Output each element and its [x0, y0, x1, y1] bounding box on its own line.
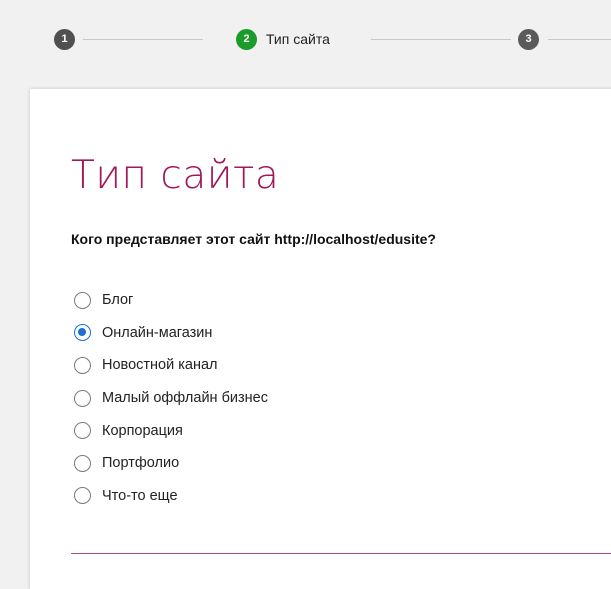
option-corporation[interactable]: Корпорация — [74, 414, 268, 447]
step-2-indicator: 2 — [236, 29, 257, 50]
site-type-card: Тип сайта Кого представляет этот сайт ht… — [30, 89, 611, 589]
option-label: Малый оффлайн бизнес — [102, 390, 268, 407]
wizard-stepper: 1 2 Тип сайта 3 — [54, 28, 611, 52]
option-blog[interactable]: Блог — [74, 284, 268, 317]
option-portfolio[interactable]: Портфолио — [74, 447, 268, 480]
step-connector — [371, 39, 511, 40]
step-1-indicator: 1 — [54, 29, 75, 50]
step-connector — [83, 39, 203, 40]
option-label: Что-то еще — [102, 487, 178, 504]
option-something-else[interactable]: Что-то еще — [74, 480, 268, 513]
radio-button[interactable] — [74, 291, 91, 309]
option-label: Блог — [102, 292, 134, 309]
option-label: Новостной канал — [102, 357, 218, 374]
section-divider — [71, 553, 611, 554]
option-label: Корпорация — [102, 422, 183, 439]
step-2-label: Тип сайта — [266, 31, 330, 47]
page-title: Тип сайта — [71, 153, 280, 198]
radio-button[interactable] — [74, 356, 91, 374]
radio-button[interactable] — [74, 487, 91, 505]
site-type-radio-group: Блог Онлайн-магазин Новостной канал Малы… — [74, 284, 268, 512]
step-connector — [548, 39, 611, 40]
option-label: Портфолио — [102, 455, 180, 472]
step-3-indicator: 3 — [518, 29, 539, 50]
option-small-offline-business[interactable]: Малый оффлайн бизнес — [74, 382, 268, 415]
option-news-channel[interactable]: Новостной канал — [74, 349, 268, 382]
option-label: Онлайн-магазин — [102, 324, 213, 341]
option-online-store[interactable]: Онлайн-магазин — [74, 317, 268, 350]
radio-button[interactable] — [74, 454, 91, 472]
site-question: Кого представляет этот сайт http://local… — [71, 231, 436, 247]
radio-button[interactable] — [74, 389, 91, 407]
radio-button-selected[interactable] — [74, 324, 91, 342]
radio-button[interactable] — [74, 422, 91, 440]
